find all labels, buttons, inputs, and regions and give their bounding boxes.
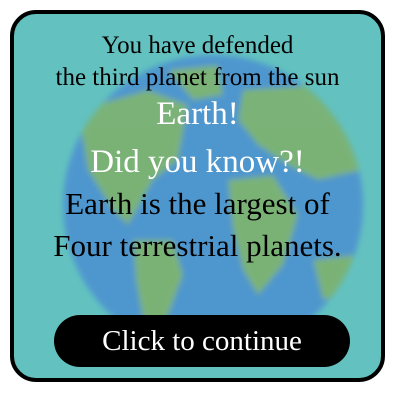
did-you-know-heading: Did you know?! [90,144,305,180]
defended-message-line1: You have defended [101,32,294,59]
continue-button[interactable]: Click to continue [54,315,350,367]
victory-dialog: You have defended the third planet from … [10,10,385,382]
fact-line2: Four terrestrial planets. [53,228,342,263]
planet-name: Earth! [156,96,239,132]
defended-message-line2: the third planet from the sun [55,64,340,91]
fact-line1: Earth is the largest of [65,186,330,221]
